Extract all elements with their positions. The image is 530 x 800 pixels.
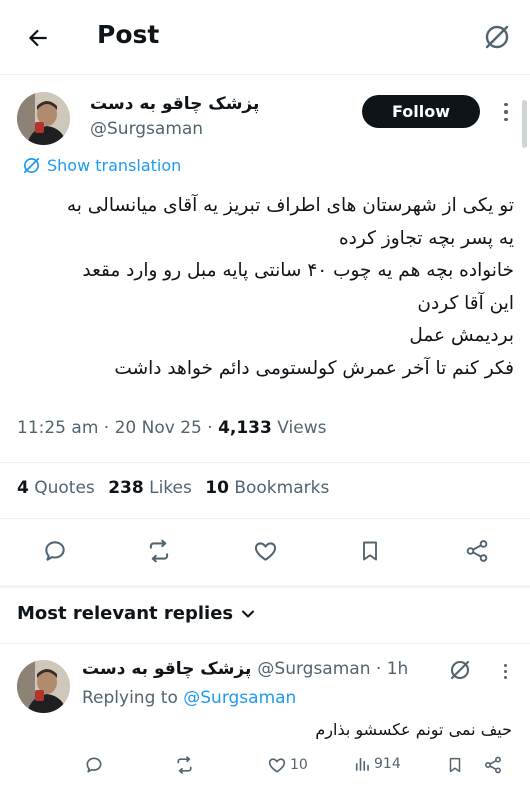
reply-reply-button[interactable] bbox=[84, 755, 104, 775]
like-button[interactable] bbox=[250, 536, 280, 566]
reply-like-button[interactable]: 10 bbox=[267, 755, 308, 775]
views-chart-icon bbox=[355, 757, 369, 771]
post-text-line: این آقا کردن bbox=[417, 292, 514, 314]
repost-icon bbox=[177, 756, 192, 774]
reply-author-name[interactable]: پزشک چاقو به دست bbox=[82, 659, 251, 679]
reply-button[interactable] bbox=[40, 536, 70, 566]
scrollbar[interactable] bbox=[522, 100, 527, 148]
page-title: Post bbox=[97, 20, 160, 49]
likes-label: Likes bbox=[149, 478, 192, 498]
author-handle[interactable]: @Surgsaman bbox=[90, 119, 203, 139]
reply-share-button[interactable] bbox=[483, 755, 503, 775]
post-actions bbox=[0, 530, 530, 572]
quotes-label: Quotes bbox=[34, 478, 95, 498]
replying-to-handle[interactable]: @Surgsaman bbox=[183, 688, 296, 708]
likes-count: 238 bbox=[108, 478, 144, 498]
post-text: تو یکی از شهرستان های اطراف تبریز یه آقا… bbox=[14, 190, 514, 385]
reply-avatar[interactable] bbox=[17, 660, 70, 713]
reply-actions: 10 914 bbox=[0, 752, 530, 782]
reply-more-button[interactable] bbox=[498, 660, 512, 682]
views-count: 4,133 bbox=[218, 418, 272, 438]
heart-icon bbox=[254, 542, 276, 561]
views-label: Views bbox=[277, 418, 327, 438]
bookmarks-label: Bookmarks bbox=[234, 478, 330, 498]
follow-button[interactable]: Follow bbox=[362, 95, 480, 128]
reply-handle[interactable]: @Surgsaman bbox=[257, 659, 370, 679]
reply-icon bbox=[86, 757, 102, 773]
heart-icon bbox=[268, 758, 286, 773]
share-icon bbox=[466, 540, 488, 562]
likes-stat[interactable]: 238 Likes bbox=[108, 478, 192, 498]
replies-header-label: Most relevant replies bbox=[17, 603, 234, 624]
share-button[interactable] bbox=[462, 536, 492, 566]
reply-like-count: 10 bbox=[290, 757, 308, 773]
replying-to-label: Replying to bbox=[82, 688, 178, 708]
share-icon bbox=[485, 756, 501, 774]
repost-button[interactable] bbox=[144, 536, 174, 566]
post-text-line: فکر کنم تا آخر عمرش کولستومی دائم خواهد … bbox=[114, 357, 514, 379]
reply-views-count: 914 bbox=[374, 756, 401, 772]
top-bar: Post bbox=[0, 0, 530, 75]
grok-button[interactable] bbox=[480, 20, 514, 54]
reply-icon bbox=[45, 541, 65, 561]
replies-sort-dropdown[interactable]: Most relevant replies bbox=[17, 603, 255, 624]
show-translation-link[interactable]: Show translation bbox=[22, 156, 181, 175]
replying-to: Replying to @Surgsaman bbox=[82, 688, 296, 708]
quotes-stat[interactable]: 4 Quotes bbox=[17, 478, 95, 498]
post-date[interactable]: 20 Nov 25 bbox=[115, 418, 202, 438]
post-text-line: یه پسر بچه تجاوز کرده bbox=[338, 227, 514, 249]
author-name[interactable]: پزشک چاقو به دست bbox=[90, 94, 259, 114]
more-vertical-icon bbox=[503, 663, 507, 667]
reply-repost-button[interactable] bbox=[174, 755, 195, 775]
more-options-button[interactable] bbox=[496, 98, 516, 126]
quotes-count: 4 bbox=[17, 478, 29, 498]
more-vertical-icon bbox=[504, 102, 508, 107]
back-button[interactable] bbox=[22, 22, 54, 54]
post-text-line: خانواده بچه هم یه چوب ۴۰ سانتی پایه مبل … bbox=[82, 260, 514, 281]
post-text-line: تو یکی از شهرستان های اطراف تبریز یه آقا… bbox=[66, 195, 514, 216]
bookmark-icon bbox=[363, 541, 377, 561]
post-metadata: 11:25 am · 20 Nov 25 · 4,133 Views bbox=[17, 418, 327, 438]
post-text-line: بردیمش عمل bbox=[409, 325, 514, 346]
bookmarks-stat[interactable]: 10 Bookmarks bbox=[205, 478, 329, 498]
bookmarks-count: 10 bbox=[205, 478, 229, 498]
grok-icon bbox=[450, 660, 470, 680]
reply-time[interactable]: 1h bbox=[387, 659, 409, 679]
bookmark-button[interactable] bbox=[355, 536, 385, 566]
repost-icon bbox=[149, 539, 169, 563]
bookmark-icon bbox=[449, 757, 461, 773]
reply-handle-time: @Surgsaman · 1h bbox=[257, 659, 409, 679]
divider bbox=[0, 518, 530, 519]
reply-bookmark-button[interactable] bbox=[446, 755, 464, 775]
reply-text: حیف نمی تونم عکسشو بذارم bbox=[315, 720, 512, 739]
section-divider bbox=[0, 585, 530, 588]
avatar[interactable] bbox=[17, 92, 70, 145]
chevron-down-icon bbox=[242, 610, 255, 617]
divider bbox=[0, 643, 530, 644]
reply-views-button[interactable]: 914 bbox=[353, 755, 401, 773]
grok-icon bbox=[485, 25, 509, 49]
reply-header: پزشک چاقو به دست @Surgsaman · 1h bbox=[82, 659, 408, 679]
engagement-stats: 4 Quotes 238 Likes 10 Bookmarks bbox=[17, 478, 329, 498]
post-time[interactable]: 11:25 am bbox=[17, 418, 98, 438]
reply-grok-button[interactable] bbox=[446, 656, 474, 684]
divider bbox=[0, 462, 530, 463]
show-translation-label: Show translation bbox=[47, 156, 182, 175]
globe-icon bbox=[23, 157, 40, 174]
arrow-left-icon bbox=[28, 29, 47, 47]
